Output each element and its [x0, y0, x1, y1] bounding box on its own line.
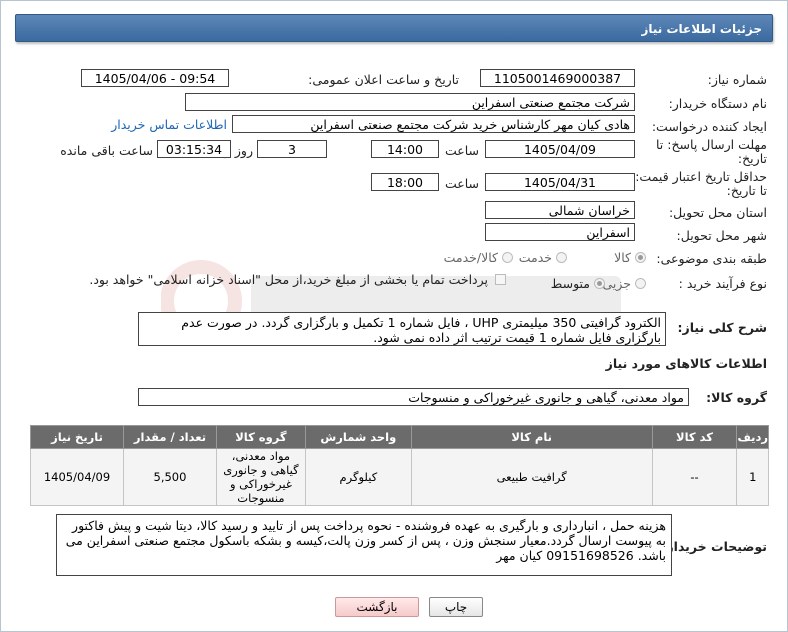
validity-label: حداقل تاریخ اعتبار قیمت: — [635, 169, 767, 184]
city-value: اسفراین — [485, 223, 635, 241]
goods-table-header: ردیف کد کالا نام کالا واحد شمارش گروه کا… — [29, 425, 769, 449]
col-row: ردیف — [736, 425, 769, 449]
deadline-label: مهلت ارسال پاسخ: تا — [656, 137, 767, 152]
announce-label: تاریخ و ساعت اعلان عمومی: — [308, 72, 459, 87]
cell-group: مواد معدنی، گیاهی و جانوری غیرخوراکی و م… — [215, 448, 306, 506]
col-name: نام کالا — [410, 425, 653, 449]
deadline-time: 14:00 — [371, 140, 439, 158]
province-value: خراسان شمالی — [485, 201, 635, 219]
process-label: نوع فرآیند خرید : — [678, 276, 767, 291]
creator-label: ایجاد کننده درخواست: — [651, 119, 767, 134]
print-button[interactable]: چاپ — [429, 597, 483, 617]
buyer-contact-link[interactable]: اطلاعات تماس خریدار — [111, 117, 227, 132]
buyer-notes-label: توضیحات خریدار: — [661, 539, 767, 554]
process-radio-minor[interactable] — [635, 278, 646, 289]
col-qty: تعداد / مقدار — [123, 425, 217, 449]
col-group: گروه کالا — [215, 425, 306, 449]
treasury-payment-note: پرداخت تمام یا بخشی از مبلغ خرید،از محل … — [89, 272, 488, 287]
category-radio-goods[interactable] — [635, 252, 646, 263]
description-label: شرح کلی نیاز: — [677, 320, 767, 335]
remaining-label: ساعت باقی مانده — [60, 143, 153, 158]
cell-date: 1405/04/09 — [29, 448, 125, 506]
description-textarea[interactable]: الکترود گرافیتی 350 میلیمتری UHP ، فایل … — [138, 312, 666, 346]
treasury-payment-checkbox[interactable] — [495, 274, 506, 285]
cell-name: گرافیت طبیعی — [410, 448, 653, 506]
city-label: شهر محل تحویل: — [676, 228, 767, 243]
cell-qty: 5,500 — [123, 448, 217, 506]
page-title: جزئیات اطلاعات نیاز — [15, 14, 773, 42]
category-option-goods: کالا — [614, 250, 631, 265]
buyer-org-label: نام دستگاه خریدار: — [668, 96, 767, 111]
goods-section-title: اطلاعات کالاهای مورد نیاز — [605, 356, 767, 371]
cell-code: -- — [651, 448, 738, 506]
cell-row: 1 — [736, 448, 769, 506]
goods-group-value: مواد معدنی، گیاهی و جانوری غیرخوراکی و م… — [138, 388, 689, 406]
remaining-time: 03:15:34 — [157, 140, 231, 158]
cell-unit: کیلوگرم — [304, 448, 412, 506]
need-number-value: 1105001469000387 — [480, 69, 635, 87]
category-option-goods-service: کالا/خدمت — [443, 250, 498, 265]
col-date: تاریخ نیاز — [29, 425, 125, 449]
process-option-medium: متوسط — [550, 276, 590, 291]
buyer-org-value: شرکت مجتمع صنعتی اسفراین — [185, 93, 635, 111]
validity-date: 1405/04/31 — [485, 173, 635, 191]
deadline-date: 1405/04/09 — [485, 140, 635, 158]
back-button[interactable]: بازگشت — [335, 597, 419, 617]
process-radio-medium[interactable] — [594, 278, 605, 289]
process-option-minor: جزیی — [602, 276, 631, 291]
announce-value: 1405/04/06 - 09:54 — [81, 69, 229, 87]
table-row: 1 -- گرافیت طبیعی کیلوگرم مواد معدنی، گی… — [29, 448, 769, 506]
need-number-label: شماره نیاز: — [707, 72, 767, 87]
deadline-time-label: ساعت — [444, 143, 479, 158]
province-label: استان محل تحویل: — [668, 205, 767, 220]
details-panel: جزئیات اطلاعات نیاز شماره نیاز: 11050014… — [0, 0, 788, 632]
validity-time-label: ساعت — [444, 176, 479, 191]
validity-time: 18:00 — [371, 173, 439, 191]
deadline-label-2: تاریخ: — [737, 151, 767, 166]
category-radio-service[interactable] — [556, 252, 567, 263]
col-unit: واحد شمارش — [304, 425, 412, 449]
category-radio-goods-service[interactable] — [502, 252, 513, 263]
creator-value: هادی کیان مهر کارشناس خرید شرکت مجتمع صن… — [232, 115, 635, 133]
validity-label-2: تا تاریخ: — [726, 183, 767, 198]
category-label: طبقه بندی موضوعی: — [656, 251, 767, 266]
col-code: کد کالا — [651, 425, 738, 449]
category-option-service: خدمت — [518, 250, 552, 265]
goods-table: ردیف کد کالا نام کالا واحد شمارش گروه کا… — [29, 425, 769, 506]
days-remaining: 3 — [257, 140, 327, 158]
buyer-notes-textarea[interactable]: هزینه حمل ، انبارداری و بارگیری به عهده … — [56, 514, 672, 576]
goods-group-label: گروه کالا: — [706, 390, 767, 405]
